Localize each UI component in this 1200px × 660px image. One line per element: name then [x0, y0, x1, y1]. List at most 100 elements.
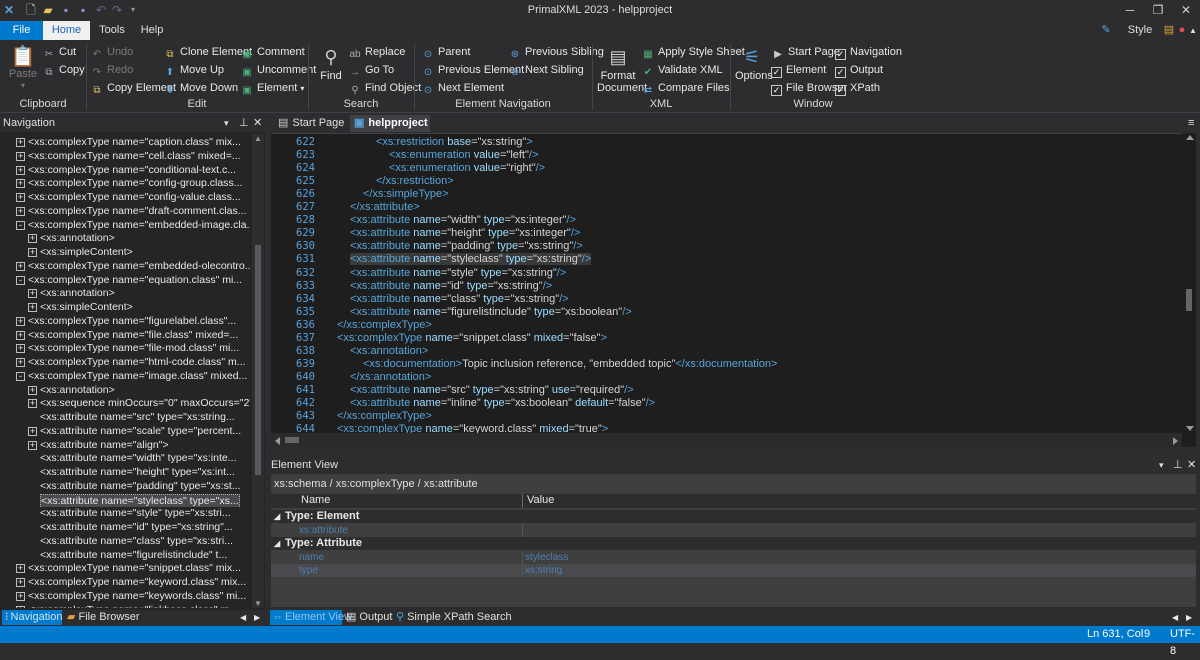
expand-icon[interactable]: +: [16, 358, 25, 367]
tab-helpproject[interactable]: ▣ helpproject: [350, 115, 430, 132]
redo-button[interactable]: ↷ Redo: [90, 62, 134, 78]
expand-icon[interactable]: +: [16, 138, 25, 147]
tree-node[interactable]: + <xs:annotation>: [0, 232, 250, 246]
code-line[interactable]: <xs:attribute name="width" type="xs:inte…: [350, 214, 576, 226]
comment-button[interactable]: ▣ Comment: [240, 44, 304, 60]
scroll-right-icon[interactable]: [1173, 437, 1178, 445]
tab-tools[interactable]: Tools: [92, 21, 132, 40]
uncomment-button[interactable]: ▣ Uncomment: [240, 62, 316, 78]
expand-icon[interactable]: +: [28, 289, 37, 299]
tree-node[interactable]: <xs:attribute name="style" type="xs:stri…: [0, 507, 250, 521]
element-menu-button[interactable]: ▣ Element ▾: [240, 80, 304, 96]
clone-element-button[interactable]: ⧉ Clone Element: [163, 44, 252, 60]
minimize-button[interactable]: ─: [1120, 2, 1140, 18]
scroll-left-icon[interactable]: ◀: [1172, 610, 1178, 625]
tree-node[interactable]: <xs:attribute name="height" type="xs:int…: [0, 466, 250, 480]
attribute-row[interactable]: type xs:string: [271, 564, 1196, 577]
collapse-icon[interactable]: -: [16, 371, 25, 381]
code-line[interactable]: <xs:attribute name="height" type="xs:int…: [350, 227, 580, 239]
next-element-button[interactable]: ⊙ Next Element: [421, 80, 504, 96]
tab-simple-xpath-search[interactable]: ⚲ Simple XPath Search: [396, 610, 512, 625]
group-type-element[interactable]: ◢ Type: Element: [271, 510, 1196, 523]
name-column-header[interactable]: Name: [301, 494, 330, 507]
output-checkbox[interactable]: ✓ Output: [835, 62, 883, 78]
find-button[interactable]: ⚲ Find: [315, 44, 347, 82]
parent-button[interactable]: ⊙ Parent: [421, 44, 471, 60]
previous-sibling-button[interactable]: ⊛ Previous Sibling: [508, 44, 604, 60]
tree-node[interactable]: + <xs:attribute name="scale" type="percen…: [0, 425, 250, 439]
expand-icon[interactable]: +: [28, 303, 37, 312]
code-line[interactable]: <xs:documentation>Topic inclusion refere…: [363, 358, 777, 370]
tree-node[interactable]: + <xs:complexType name="config-value.clas…: [0, 191, 250, 205]
tree-node[interactable]: <xs:attribute name="id" type="xs:string"…: [0, 521, 250, 535]
expand-icon[interactable]: +: [16, 344, 25, 354]
move-down-button[interactable]: ⬇ Move Down: [163, 80, 238, 96]
code-line[interactable]: <xs:attribute name="class" type="xs:stri…: [350, 293, 569, 305]
tree-node[interactable]: + <xs:annotation>: [0, 384, 250, 398]
close-icon[interactable]: ✕: [1187, 457, 1196, 473]
tree-node[interactable]: - <xs:complexType name="image.class" mixe…: [0, 370, 250, 384]
collapse-icon[interactable]: ◢: [274, 537, 280, 550]
expand-icon[interactable]: +: [16, 564, 25, 574]
xml-editor[interactable]: 622 <xs:restriction base="xs:string"> 623 <…: [271, 133, 1196, 447]
format-document-button[interactable]: ▤ Format Document: [597, 44, 647, 94]
tree-node[interactable]: <xs:attribute name="styleclass" type="xs…: [0, 493, 250, 508]
compare-files-button[interactable]: ⇄ Compare Files: [641, 80, 730, 96]
code-line[interactable]: </xs:complexType>: [337, 410, 432, 422]
tab-help[interactable]: Help: [132, 21, 172, 40]
expand-icon[interactable]: +: [16, 605, 25, 608]
close-icon[interactable]: ✕: [253, 114, 262, 132]
cut-button[interactable]: ✂ Cut: [42, 44, 76, 60]
code-line[interactable]: <xs:enumeration value="right"/>: [389, 162, 545, 174]
code-line[interactable]: <xs:restriction base="xs:string">: [376, 136, 533, 148]
expand-icon[interactable]: +: [28, 385, 37, 395]
tree-node[interactable]: + <xs:complexType name="config-group.clas…: [0, 177, 250, 191]
scroll-up-icon[interactable]: [1186, 135, 1194, 140]
start-page-button[interactable]: ▶ Start Page: [771, 44, 840, 60]
horizontal-scroll-thumb[interactable]: [285, 437, 299, 443]
tab-file-browser[interactable]: ▰ File Browser: [67, 610, 140, 625]
expand-icon[interactable]: +: [28, 234, 37, 244]
tree-node[interactable]: + <xs:complexType name="figurelabel.class…: [0, 315, 250, 329]
code-line[interactable]: <xs:enumeration value="left"/>: [389, 149, 538, 161]
dropdown-icon[interactable]: ▾: [224, 114, 229, 132]
collapse-icon[interactable]: -: [16, 220, 25, 230]
group-type-attribute[interactable]: ◢ Type: Attribute: [271, 537, 1196, 550]
collapse-icon[interactable]: ◢: [274, 510, 280, 523]
editor-horizontal-scrollbar[interactable]: [271, 433, 1182, 447]
tree-node[interactable]: + <xs:simpleContent>: [0, 301, 250, 315]
tree-node[interactable]: - <xs:complexType name="embedded-image.cl…: [0, 219, 250, 233]
next-sibling-button[interactable]: ⊛ Next Sibling: [508, 62, 584, 78]
code-line[interactable]: <xs:annotation>: [350, 345, 428, 357]
navigation-checkbox[interactable]: ✓ Navigation: [835, 44, 902, 60]
tree-node[interactable]: + <xs:complexType name="caption.class" mi…: [0, 136, 250, 150]
expand-icon[interactable]: +: [16, 591, 25, 601]
tree-node[interactable]: + <xs:complexType name="draft-comment.cla…: [0, 205, 250, 219]
tree-node[interactable]: + <xs:complexType name="conditional-text.…: [0, 164, 250, 178]
find-object-button[interactable]: ⚲ Find Object: [348, 80, 421, 96]
tree-node[interactable]: <xs:attribute name="src" type="xs:string…: [0, 411, 250, 425]
scroll-up-icon[interactable]: ▲: [254, 134, 262, 143]
goto-button[interactable]: → Go To: [348, 62, 394, 78]
restore-button[interactable]: ❐: [1148, 2, 1168, 18]
value-column-header[interactable]: Value: [527, 494, 554, 507]
navigation-scroll-thumb[interactable]: [255, 245, 261, 475]
tabs-menu-icon[interactable]: ≡: [1184, 115, 1198, 132]
undo-button[interactable]: ↶ Undo: [90, 44, 134, 60]
tree-node[interactable]: + <xs:complexType name="keyword.class" mi…: [0, 576, 250, 590]
validate-xml-button[interactable]: ✔ Validate XML: [641, 62, 723, 78]
expand-icon[interactable]: +: [16, 193, 25, 202]
code-line[interactable]: <xs:attribute name="styleclass" type="xs…: [350, 253, 592, 266]
expand-icon[interactable]: +: [16, 330, 25, 340]
move-up-button[interactable]: ⬆ Move Up: [163, 62, 224, 78]
attribute-row[interactable]: name styleclass: [271, 551, 1196, 564]
expand-icon[interactable]: +: [16, 179, 25, 189]
xpath-checkbox[interactable]: ✓ XPath: [835, 80, 880, 96]
code-line[interactable]: <xs:attribute name="src" type="xs:string…: [350, 384, 634, 396]
tab-element-view[interactable]: ⇔ Element View: [270, 610, 352, 625]
scroll-left-icon[interactable]: [275, 437, 280, 445]
element-name-row[interactable]: xs:attribute: [271, 524, 1196, 537]
code-line[interactable]: </xs:restriction>: [376, 175, 454, 187]
expand-icon[interactable]: +: [16, 165, 25, 175]
expand-icon[interactable]: +: [28, 426, 37, 436]
